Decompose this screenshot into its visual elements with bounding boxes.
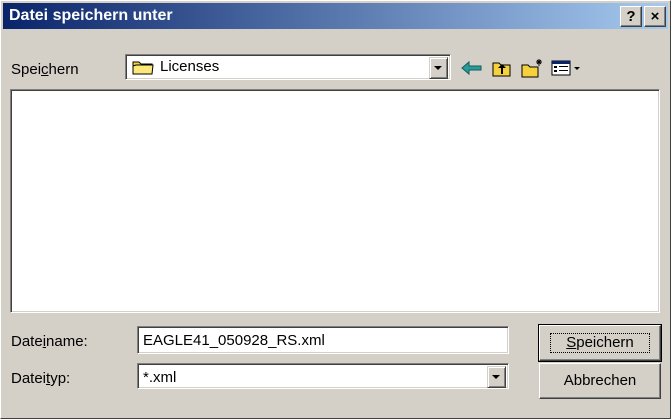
close-button[interactable]: × bbox=[644, 6, 666, 27]
chevron-down-icon bbox=[492, 375, 500, 379]
save-in-dropdown[interactable]: Licenses bbox=[125, 54, 451, 80]
back-arrow-icon bbox=[461, 60, 482, 76]
view-menu-icon bbox=[551, 60, 580, 76]
chevron-down-icon bbox=[434, 66, 442, 70]
title-bar[interactable]: Datei speichern unter ? × bbox=[3, 3, 668, 29]
filetype-dropdown-button[interactable] bbox=[487, 366, 506, 388]
filetype-value: *.xml bbox=[143, 369, 177, 386]
filetype-dropdown[interactable]: *.xml bbox=[137, 363, 509, 389]
up-folder-button[interactable] bbox=[489, 57, 515, 79]
filename-value: EAGLE41_050928_RS.xml bbox=[143, 332, 325, 349]
view-menu-button[interactable] bbox=[549, 57, 583, 79]
dialog-title: Datei speichern unter bbox=[9, 7, 173, 24]
filetype-label: Dateityp: bbox=[11, 370, 71, 387]
save-in-label: Speichern bbox=[11, 61, 79, 78]
folder-up-icon bbox=[492, 62, 511, 77]
new-folder-button[interactable] bbox=[519, 57, 545, 79]
file-list[interactable] bbox=[10, 89, 660, 313]
filename-label: Dateiname: bbox=[11, 333, 88, 350]
back-button[interactable] bbox=[459, 57, 485, 79]
save-as-dialog: Datei speichern unter ? × Speichern Lice… bbox=[0, 0, 671, 419]
folder-icon bbox=[132, 61, 154, 75]
new-folder-icon bbox=[521, 59, 542, 78]
save-button[interactable]: Speichern bbox=[538, 324, 662, 362]
save-in-folder: Licenses bbox=[160, 58, 220, 75]
focus-indicator bbox=[550, 333, 650, 353]
save-in-dropdown-button[interactable] bbox=[429, 57, 448, 79]
cancel-button[interactable]: Abbrechen bbox=[539, 363, 661, 399]
help-button[interactable]: ? bbox=[620, 6, 642, 27]
filename-input[interactable]: EAGLE41_050928_RS.xml bbox=[137, 326, 509, 354]
